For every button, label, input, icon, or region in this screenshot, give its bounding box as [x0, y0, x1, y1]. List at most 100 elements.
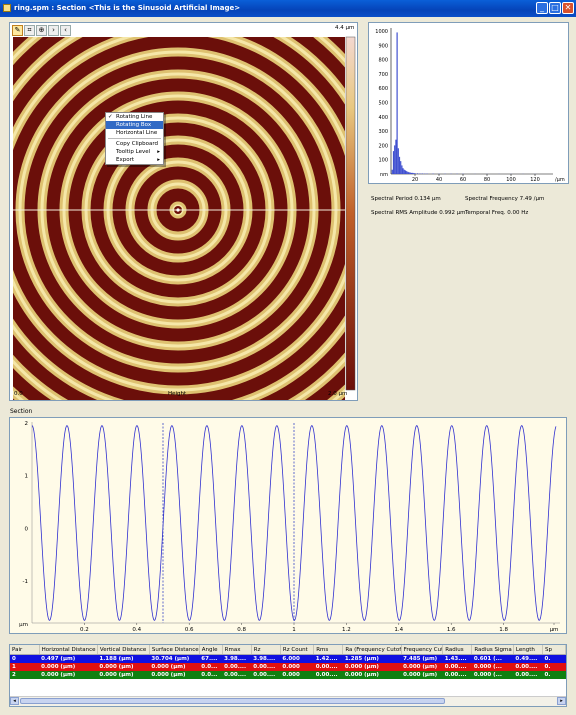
- maximize-button[interactable]: □: [549, 2, 561, 14]
- close-button[interactable]: ✕: [562, 2, 574, 14]
- hist-bar: [410, 172, 413, 174]
- table-row[interactable]: 2 0.000 (µm) 0.000 (µm) 0.000 (µm) 0.0... 0.0…: [10, 671, 566, 679]
- scroll-right-icon[interactable]: ▸: [557, 697, 566, 705]
- ring-image-svg[interactable]: [10, 23, 357, 400]
- section-x-tick-label: 1.4: [394, 627, 403, 633]
- table-cell: 67....: [201, 656, 218, 662]
- table-header-cell[interactable]: Vertical Distance: [97, 645, 150, 655]
- table-cell: 0.00....: [253, 672, 276, 678]
- table-cell: 1: [12, 664, 16, 670]
- menu-item-label: Rotating Line: [116, 114, 153, 120]
- table-header-cell[interactable]: Frequency Cutoff: [401, 645, 444, 655]
- histogram-panel: 1000 900 800 700 600 500 400 300 200 100 nm 20 40 60 8…: [368, 22, 569, 184]
- minimize-button[interactable]: _: [536, 2, 548, 14]
- scrollbar-thumb[interactable]: [20, 698, 445, 704]
- scroll-left-icon[interactable]: ◂: [10, 697, 19, 705]
- table-cell: 0.00....: [444, 664, 467, 670]
- table-cell: 0.601 (...: [473, 656, 502, 662]
- menu-item-export[interactable]: Export ▸: [106, 156, 163, 164]
- menu-item-copy-clipboard[interactable]: Copy Clipboard: [106, 140, 163, 148]
- table-cell: 1.188 (µm): [99, 656, 134, 662]
- menu-item-label: Rotating Box: [116, 122, 152, 128]
- menu-item-rotating-line[interactable]: ✓ Rotating Line: [106, 113, 163, 121]
- hist-y-tick-label: 600: [378, 86, 388, 92]
- table-body: 0 0.497 (µm) 1.188 (µm) 30.704 (µm) 67.... 3.…: [10, 654, 566, 679]
- pencil-icon[interactable]: ✎: [12, 25, 23, 36]
- table-header-cell[interactable]: Pair: [10, 645, 40, 655]
- table-cell: 0.000 (µm): [344, 672, 379, 678]
- table-cell: 0.000 (µm): [403, 664, 438, 670]
- menu-item-label: Export: [116, 157, 135, 163]
- hist-x-tick-label: 20: [412, 177, 418, 183]
- table-header-cell[interactable]: Radius Sigma: [471, 645, 514, 655]
- hist-bar: [408, 172, 410, 174]
- table-header-cell[interactable]: Rz Count: [280, 645, 315, 655]
- menu-item-rotating-box[interactable]: Rotating Box: [106, 121, 163, 129]
- table-cell: 0.000: [282, 672, 300, 678]
- section-chart[interactable]: 2 1 0 -1 µm 0.2 0.4 0.6 0.8 1 1.2 1.4 1.6 1.8 µm: [10, 418, 566, 633]
- previous-icon[interactable]: ‹: [60, 25, 71, 36]
- section-x-tick-label: 0.6: [185, 627, 194, 633]
- menu-item-horizontal-line[interactable]: Horizontal Line: [106, 129, 163, 137]
- section-x-tick-label: 1: [292, 627, 296, 633]
- crop-icon[interactable]: ⌗: [24, 25, 35, 36]
- table-cell: 0.000 (µm): [344, 664, 379, 670]
- menu-item-label: Horizontal Line: [116, 130, 158, 136]
- table-header-cell[interactable]: Surface Distance: [149, 645, 200, 655]
- hist-bar: [391, 169, 393, 174]
- hist-bar: [400, 161, 402, 174]
- hist-bar: [412, 172, 414, 174]
- menu-item-label: Copy Clipboard: [116, 141, 158, 147]
- table-cell: 0.0...: [201, 664, 218, 670]
- table-header-cell[interactable]: Horizontal Distance: [39, 645, 98, 655]
- window-title: ring.spm : Section <This is the Sinusoid…: [14, 4, 241, 12]
- table-cell: 2: [12, 672, 16, 678]
- section-label: Section: [10, 408, 33, 415]
- hist-x-unit-label: /µm: [555, 177, 565, 183]
- table-cell: 0.00....: [315, 672, 338, 678]
- section-x-tick-label: µm: [550, 627, 559, 633]
- color-scale-bar: [345, 36, 356, 391]
- table-header-cell[interactable]: Ra (Frequency Cutoff): [342, 645, 402, 655]
- hist-bar: [416, 173, 419, 174]
- table-header-cell[interactable]: Length: [513, 645, 544, 655]
- hist-bar: [403, 169, 405, 174]
- menu-item-label: Tooltip Level: [116, 149, 151, 155]
- next-icon[interactable]: ›: [48, 25, 59, 36]
- horizontal-scrollbar[interactable]: ◂ ▸: [10, 696, 566, 706]
- table-header-cell[interactable]: Rms: [313, 645, 344, 655]
- table-header-cell[interactable]: Radius: [442, 645, 473, 655]
- table-header-cell[interactable]: Rz: [251, 645, 281, 655]
- hist-bar: [413, 173, 415, 174]
- section-center-marker[interactable]: [176, 208, 180, 212]
- table-header-cell[interactable]: Angle: [199, 645, 223, 655]
- table-cell: 0.00....: [444, 672, 467, 678]
- context-menu: ✓ Rotating Line Rotating Box Horizontal L…: [105, 112, 164, 165]
- section-x-tick-label: 0.8: [237, 627, 246, 633]
- check-icon: ✓: [108, 114, 113, 120]
- section-x-tick-label: 1.2: [342, 627, 351, 633]
- section-panel: 2 1 0 -1 µm 0.2 0.4 0.6 0.8 1 1.2 1.4 1.6 1.8 µm: [9, 417, 567, 634]
- hist-bar: [401, 165, 403, 174]
- histogram-chart: 1000 900 800 700 600 500 400 300 200 100 nm 20 40 60 8…: [375, 28, 565, 183]
- hist-bar: [414, 173, 416, 174]
- table-cell: 0: [12, 656, 16, 662]
- hist-bar: [404, 170, 407, 174]
- table-cell: 0.000 (µm): [99, 672, 134, 678]
- table-cell: 1.43....: [444, 656, 467, 662]
- hist-x-tick-label: 120: [530, 177, 540, 183]
- hist-bar: [402, 168, 404, 174]
- table-cell: 0.000 (µm): [41, 664, 76, 670]
- menu-item-tooltip-level[interactable]: Tooltip Level ▸: [106, 148, 163, 156]
- table-header-cell[interactable]: Rmax: [222, 645, 252, 655]
- hist-y-tick-label: nm: [380, 172, 388, 178]
- table-cell: 0.000 (µm): [403, 672, 438, 678]
- table-cell: 0.49....: [515, 656, 538, 662]
- hist-y-tick-label: 700: [378, 72, 388, 78]
- table-header-cell[interactable]: Sp: [542, 645, 566, 655]
- table-row[interactable]: 1 0.000 (µm) 0.000 (µm) 0.000 (µm) 0.0... 0.0…: [10, 663, 566, 671]
- zoom-icon[interactable]: ⊕: [36, 25, 47, 36]
- table-row[interactable]: 0 0.497 (µm) 1.188 (µm) 30.704 (µm) 67.... 3.…: [10, 654, 566, 663]
- table-cell: 7.485 (µm): [403, 656, 438, 662]
- hist-y-tick-label: 400: [378, 115, 388, 121]
